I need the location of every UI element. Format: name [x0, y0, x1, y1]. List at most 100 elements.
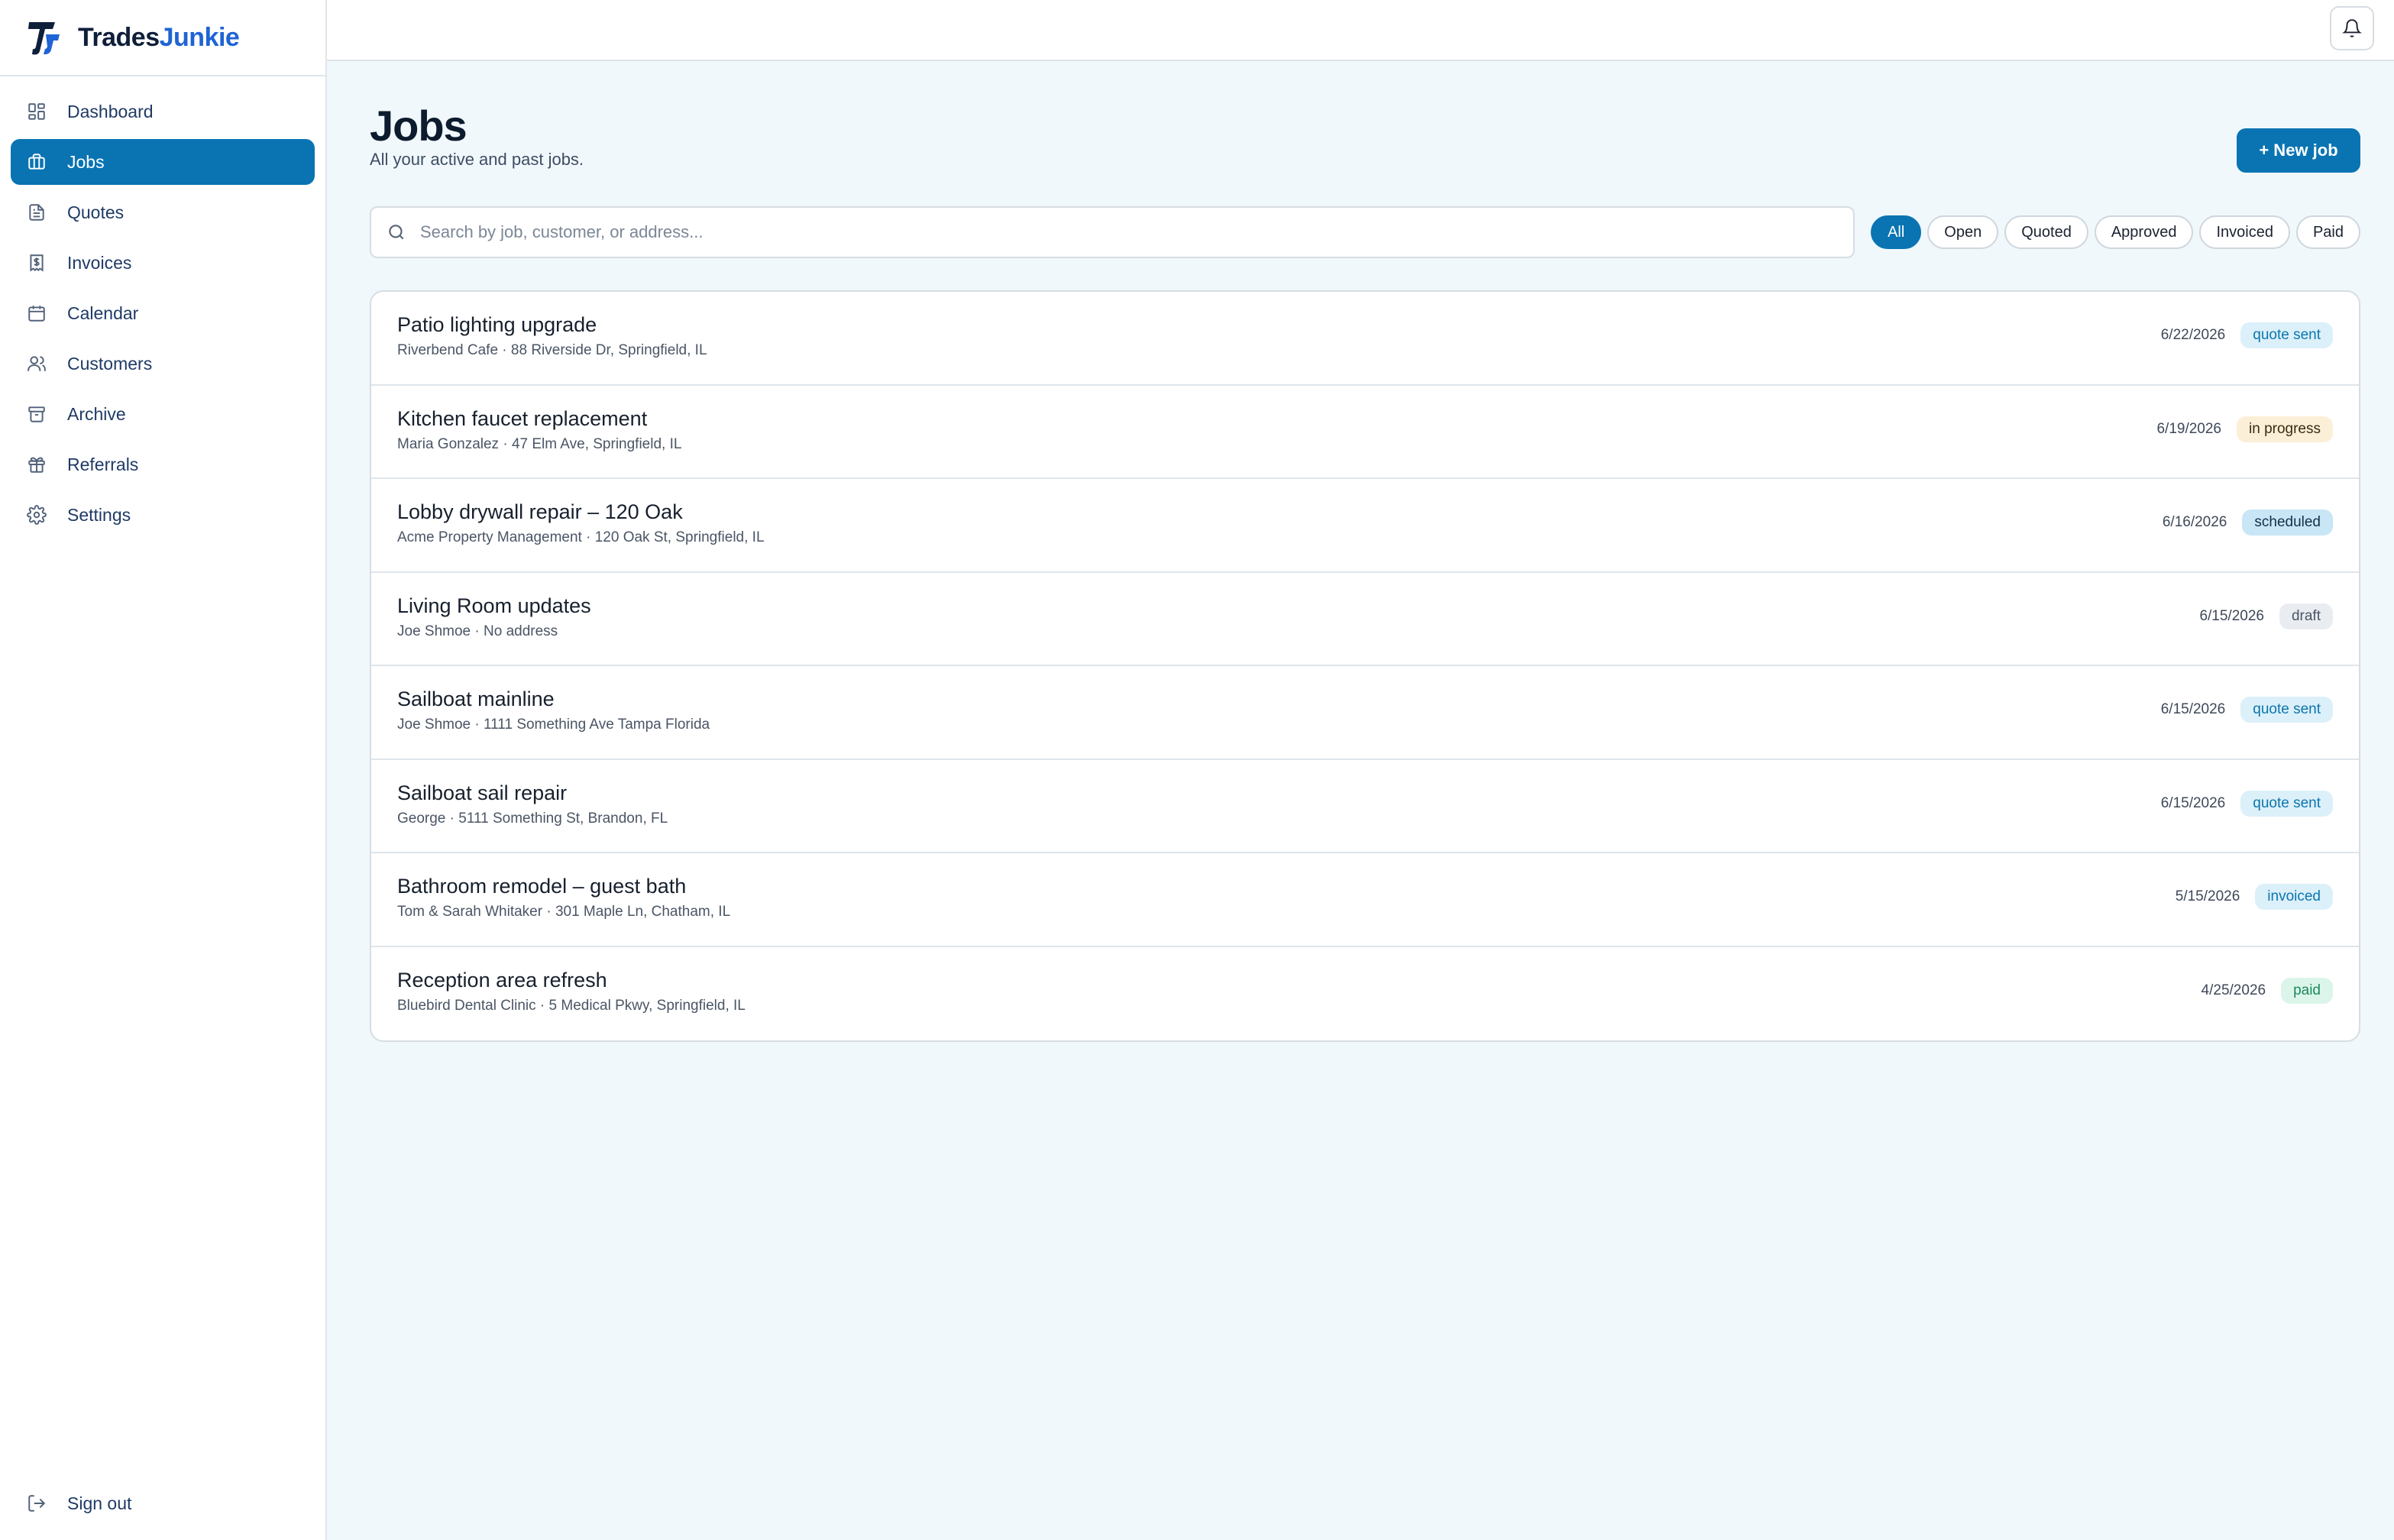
- job-meta: George · 5111 Something St, Brandon, FL: [397, 810, 668, 827]
- sidebar-item-settings[interactable]: Settings: [11, 492, 315, 538]
- status-badge: scheduled: [2242, 510, 2333, 535]
- job-row[interactable]: Kitchen faucet replacement Maria Gonzale…: [371, 386, 2359, 479]
- archive-icon: [26, 403, 47, 425]
- filter-all[interactable]: All: [1871, 215, 1922, 249]
- job-title: Sailboat sail repair: [397, 781, 568, 804]
- job-title: Patio lighting upgrade: [397, 313, 597, 336]
- app-root: TradesJunkie Dashboard Jobs Quotes Invoi…: [0, 0, 2394, 1540]
- job-right: 4/25/2026 paid: [2201, 977, 2333, 1004]
- status-badge: draft: [2279, 603, 2333, 629]
- job-row[interactable]: Patio lighting upgrade Riverbend Cafe · …: [371, 292, 2359, 386]
- new-job-button[interactable]: + New job: [2237, 128, 2360, 173]
- job-title: Kitchen faucet replacement: [397, 406, 648, 430]
- job-date: 6/15/2026: [2160, 794, 2226, 811]
- jobs-list: Patio lighting upgrade Riverbend Cafe · …: [370, 290, 2360, 1042]
- sidebar-item-label: Jobs: [67, 151, 105, 172]
- bell-icon: [2342, 19, 2362, 37]
- job-right: 5/15/2026 invoiced: [2176, 884, 2333, 910]
- job-date: 6/15/2026: [2160, 701, 2226, 717]
- job-title: Sailboat mainline: [397, 688, 555, 710]
- job-row[interactable]: Reception area refresh Bluebird Dental C…: [371, 947, 2359, 1041]
- filter-approved[interactable]: Approved: [2094, 215, 2194, 249]
- sign-out-button[interactable]: Sign out: [11, 1480, 315, 1526]
- job-row[interactable]: Living Room updates Joe Shmoe · No addre…: [371, 573, 2359, 666]
- sidebar-item-label: Customers: [67, 353, 153, 374]
- brand[interactable]: TradesJunkie: [0, 0, 325, 76]
- sidebar-item-calendar[interactable]: Calendar: [11, 290, 315, 336]
- search-box[interactable]: [370, 206, 1855, 258]
- search-icon: [389, 225, 404, 240]
- sidebar-item-referrals[interactable]: Referrals: [11, 442, 315, 487]
- status-badge: quote sent: [2240, 790, 2333, 817]
- top-bar: [327, 0, 2394, 61]
- filter-open[interactable]: Open: [1927, 215, 1999, 249]
- job-meta: Maria Gonzalez · 47 Elm Ave, Springfield…: [397, 435, 682, 452]
- job-meta: Bluebird Dental Clinic · 5 Medical Pkwy,…: [397, 997, 746, 1014]
- job-date: 6/15/2026: [2199, 607, 2264, 624]
- sidebar-item-label: Archive: [67, 403, 126, 424]
- search-input[interactable]: [420, 222, 1853, 242]
- filter-invoiced[interactable]: Invoiced: [2199, 215, 2290, 249]
- job-meta: Acme Property Management · 120 Oak St, S…: [397, 529, 765, 545]
- job-title: Reception area refresh: [397, 968, 607, 992]
- sign-out-label: Sign out: [67, 1493, 132, 1513]
- sidebar-item-jobs[interactable]: Jobs: [11, 139, 315, 185]
- page-subtitle: All your active and past jobs.: [370, 150, 584, 169]
- briefcase-icon: [26, 151, 47, 173]
- job-right: 6/19/2026 in progress: [2156, 416, 2333, 442]
- brand-logo-icon: [28, 22, 60, 55]
- notifications-button[interactable]: [2330, 6, 2374, 50]
- status-badge: invoiced: [2255, 884, 2333, 910]
- job-right: 6/22/2026 quote sent: [2161, 322, 2333, 348]
- job-right: 6/15/2026 draft: [2199, 603, 2333, 629]
- job-row[interactable]: Bathroom remodel – guest bath Tom & Sara…: [371, 853, 2359, 947]
- sidebar-item-dashboard[interactable]: Dashboard: [11, 89, 315, 134]
- job-meta: Tom & Sarah Whitaker · 301 Maple Ln, Cha…: [397, 904, 731, 920]
- status-badge: paid: [2281, 977, 2333, 1004]
- calendar-icon: [26, 302, 47, 324]
- job-title: Lobby drywall repair – 120 Oak: [397, 500, 683, 523]
- job-date: 5/15/2026: [2175, 888, 2240, 904]
- brand-name-part1: Trades: [78, 22, 160, 52]
- job-date: 4/25/2026: [2201, 982, 2266, 998]
- filter-paid[interactable]: Paid: [2295, 215, 2360, 249]
- sidebar-item-quotes[interactable]: Quotes: [11, 189, 315, 235]
- sidebar-item-customers[interactable]: Customers: [11, 341, 315, 387]
- job-meta: Riverbend Cafe · 88 Riverside Dr, Spring…: [397, 342, 707, 358]
- job-row[interactable]: Lobby drywall repair – 120 Oak Acme Prop…: [371, 479, 2359, 573]
- gear-icon: [26, 504, 47, 526]
- sidebar-nav: Dashboard Jobs Quotes Invoices Calendar …: [0, 76, 325, 555]
- sidebar: TradesJunkie Dashboard Jobs Quotes Invoi…: [0, 0, 327, 1540]
- job-date: 6/16/2026: [2162, 514, 2227, 530]
- sidebar-item-archive[interactable]: Archive: [11, 391, 315, 437]
- job-row[interactable]: Sailboat sail repair George · 5111 Somet…: [371, 760, 2359, 853]
- users-icon: [26, 353, 47, 374]
- sidebar-item-label: Referrals: [67, 454, 139, 474]
- brand-name: TradesJunkie: [78, 22, 240, 53]
- brand-name-part2: Junkie: [159, 22, 240, 52]
- filter-quoted[interactable]: Quoted: [2004, 215, 2088, 249]
- job-row[interactable]: Sailboat mainline Joe Shmoe · 1111 Somet…: [371, 666, 2359, 760]
- job-right: 6/15/2026 quote sent: [2161, 697, 2333, 723]
- status-filters: All Open Quoted Approved Invoiced Paid: [1871, 215, 2360, 249]
- receipt-icon: [26, 252, 47, 273]
- sidebar-item-label: Calendar: [67, 302, 139, 323]
- job-meta: Joe Shmoe · No address: [397, 623, 558, 639]
- status-badge: quote sent: [2240, 322, 2333, 348]
- grid-icon: [26, 101, 47, 122]
- sidebar-item-invoices[interactable]: Invoices: [11, 240, 315, 286]
- sidebar-item-label: Quotes: [67, 202, 125, 222]
- sidebar-item-label: Settings: [67, 504, 131, 525]
- job-date: 6/22/2026: [2160, 327, 2226, 343]
- job-date: 6/19/2026: [2156, 420, 2221, 437]
- page-title: Jobs: [370, 102, 467, 150]
- document-icon: [26, 202, 47, 223]
- status-badge: quote sent: [2240, 697, 2333, 723]
- sidebar-item-label: Invoices: [67, 252, 132, 273]
- status-badge: in progress: [2237, 416, 2333, 442]
- job-right: 6/16/2026 scheduled: [2163, 510, 2333, 535]
- job-title: Living Room updates: [397, 594, 591, 617]
- job-title: Bathroom remodel – guest bath: [397, 875, 687, 898]
- job-right: 6/15/2026 quote sent: [2160, 790, 2333, 817]
- sign-out-icon: [26, 1493, 47, 1514]
